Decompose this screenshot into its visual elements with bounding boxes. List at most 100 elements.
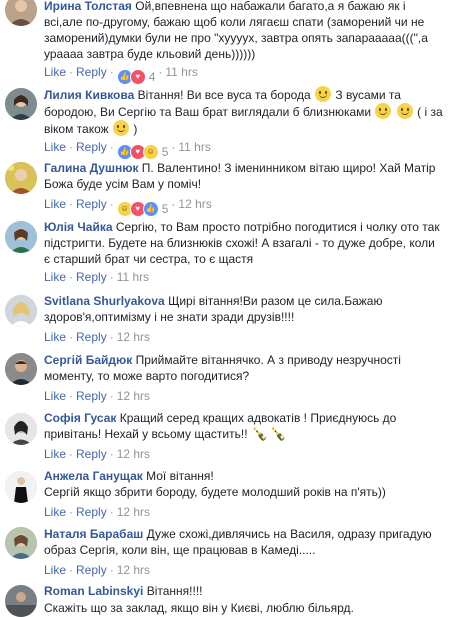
comment-author[interactable]: Сергій Байдюк	[44, 353, 132, 367]
reaction-summary[interactable]: 👍 ♥ 4	[116, 69, 155, 85]
separator-dot: ·	[109, 505, 114, 519]
like-link[interactable]: Like	[44, 563, 66, 577]
separator-dot: ·	[69, 505, 74, 519]
like-link[interactable]: Like	[44, 447, 66, 461]
separator-dot: ·	[69, 140, 74, 154]
comment-body: Галина Душнюк П. Валентино! З імениннико…	[44, 160, 444, 192]
reply-link[interactable]: Reply	[76, 65, 107, 79]
comment-body: Svitlana Shurlyakova Щирі вітання!Ви раз…	[44, 293, 444, 325]
comment-actions: Like · Reply · 12 hrs	[44, 562, 150, 578]
separator-dot: ·	[109, 389, 114, 403]
comment-time[interactable]: 11 hrs	[178, 140, 210, 154]
avatar[interactable]	[5, 295, 37, 327]
comment-author[interactable]: Наталя Барабаш	[44, 527, 143, 541]
comment-author[interactable]: Софія Гусак	[44, 411, 116, 425]
comment-list: Ирина Толстая Ой,впевнена що набажали ба…	[0, 0, 469, 617]
reply-link[interactable]: Reply	[76, 447, 107, 461]
comment-time[interactable]: 12 hrs	[117, 563, 150, 577]
reply-link[interactable]: Reply	[76, 197, 107, 211]
avatar[interactable]	[5, 88, 37, 120]
comment-author[interactable]: Анжела Ганущак	[44, 469, 143, 483]
user-avatar-icon	[5, 295, 37, 327]
avatar[interactable]	[5, 471, 37, 503]
comment-actions: Like · Reply · 12 hrs	[44, 329, 150, 345]
comment-author[interactable]: Галина Душнюк	[44, 161, 138, 175]
separator-dot: ·	[69, 563, 74, 577]
reply-link[interactable]: Reply	[76, 563, 107, 577]
comment-body: Лилия Кивкова Вітання! Ви все вуса та бо…	[44, 86, 444, 137]
separator-dot: ·	[109, 65, 114, 79]
comment-text-4: )	[133, 122, 138, 136]
user-avatar-icon	[5, 585, 37, 617]
reaction-summary[interactable]: ☺ ♥ 👍 5	[116, 201, 168, 217]
comment-author[interactable]: Roman Labinskyi	[44, 584, 143, 598]
comment-body: Сергій Байдюк Приймайте вітаннячко. А з …	[44, 352, 444, 384]
like-link[interactable]: Like	[44, 65, 66, 79]
avatar[interactable]	[5, 0, 37, 26]
like-link[interactable]: Like	[44, 197, 66, 211]
comment-time[interactable]: 11 hrs	[165, 65, 197, 79]
user-avatar-icon	[5, 221, 37, 253]
avatar[interactable]	[5, 413, 37, 445]
comment-actions: Like · Reply · ☺ ♥ 👍 5 · 12 hrs	[44, 196, 212, 217]
separator-dot: ·	[109, 197, 114, 211]
comment-text: Вітання! Ви все вуса та борода	[137, 88, 311, 102]
user-avatar-icon	[5, 413, 37, 445]
comment-body: Ирина Толстая Ой,впевнена що набажали ба…	[44, 0, 444, 62]
avatar[interactable]	[5, 527, 37, 559]
like-link[interactable]: Like	[44, 270, 66, 284]
comment-author[interactable]: Svitlana Shurlyakova	[44, 294, 165, 308]
avatar[interactable]	[5, 162, 37, 194]
comment-time[interactable]: 12 hrs	[178, 197, 211, 211]
comment-body: Roman Labinskyi Вітання!!!!	[44, 583, 444, 599]
avatar[interactable]	[5, 353, 37, 385]
comment-author[interactable]: Ирина Толстая	[44, 0, 132, 13]
comment-body: Наталя Барабаш Дуже схожі,дивлячись на В…	[44, 526, 444, 558]
user-avatar-icon	[5, 527, 37, 559]
separator-dot: ·	[109, 140, 114, 154]
comment-actions: Like · Reply · 12 hrs	[44, 504, 150, 520]
separator-dot: ·	[69, 270, 74, 284]
like-link[interactable]: Like	[44, 389, 66, 403]
comment-body: Юлія Чайка Сергію, то Вам просто потрібн…	[44, 219, 444, 267]
reply-link[interactable]: Reply	[76, 270, 107, 284]
separator-dot: ·	[69, 65, 74, 79]
reply-link[interactable]: Reply	[76, 505, 107, 519]
user-avatar-icon	[5, 162, 37, 194]
love-reaction-icon: ♥	[129, 69, 146, 85]
like-link[interactable]: Like	[44, 330, 66, 344]
separator-dot: ·	[69, 330, 74, 344]
reply-link[interactable]: Reply	[76, 330, 107, 344]
reply-link[interactable]: Reply	[76, 140, 107, 154]
smile-emoji-icon	[375, 103, 392, 119]
avatar[interactable]	[5, 221, 37, 253]
user-avatar-icon	[5, 471, 37, 503]
comment-time[interactable]: 12 hrs	[117, 389, 150, 403]
smile-emoji-icon	[315, 86, 332, 102]
comment-body: Анжела Ганущак Мої вітання! Сергій якщо …	[44, 468, 444, 500]
user-avatar-icon	[5, 88, 37, 120]
comment-time[interactable]: 12 hrs	[117, 505, 150, 519]
comment-time[interactable]: 12 hrs	[117, 447, 150, 461]
reaction-summary[interactable]: 👍 ♥ ☺ 5	[116, 144, 168, 160]
comment-actions: Like · Reply · 12 hrs	[44, 446, 150, 462]
comment-author[interactable]: Лилия Кивкова	[44, 88, 134, 102]
comment-actions: Like · Reply · 12 hrs	[44, 388, 150, 404]
comment-actions: Like · Reply · 11 hrs	[44, 269, 149, 285]
reply-link[interactable]: Reply	[76, 389, 107, 403]
like-link[interactable]: Like	[44, 505, 66, 519]
comment-time[interactable]: 11 hrs	[117, 270, 149, 284]
separator-dot: ·	[109, 270, 114, 284]
separator-dot: ·	[109, 563, 114, 577]
comment-time[interactable]: 12 hrs	[117, 330, 150, 344]
comment-actions: Like · Reply · 👍 ♥ ☺ 5 · 11 hrs	[44, 139, 211, 160]
comment-author[interactable]: Юлія Чайка	[44, 220, 113, 234]
avatar[interactable]	[5, 585, 37, 617]
separator-dot: ·	[69, 389, 74, 403]
like-link[interactable]: Like	[44, 140, 66, 154]
comment-actions: Like · Reply · 👍 ♥ 4 · 11 hrs	[44, 64, 198, 85]
user-avatar-icon	[5, 0, 37, 26]
champagne-emoji-icon: 🍾	[251, 426, 269, 441]
smile-emoji-icon	[113, 120, 130, 136]
champagne-emoji-icon: 🍾	[270, 426, 287, 441]
